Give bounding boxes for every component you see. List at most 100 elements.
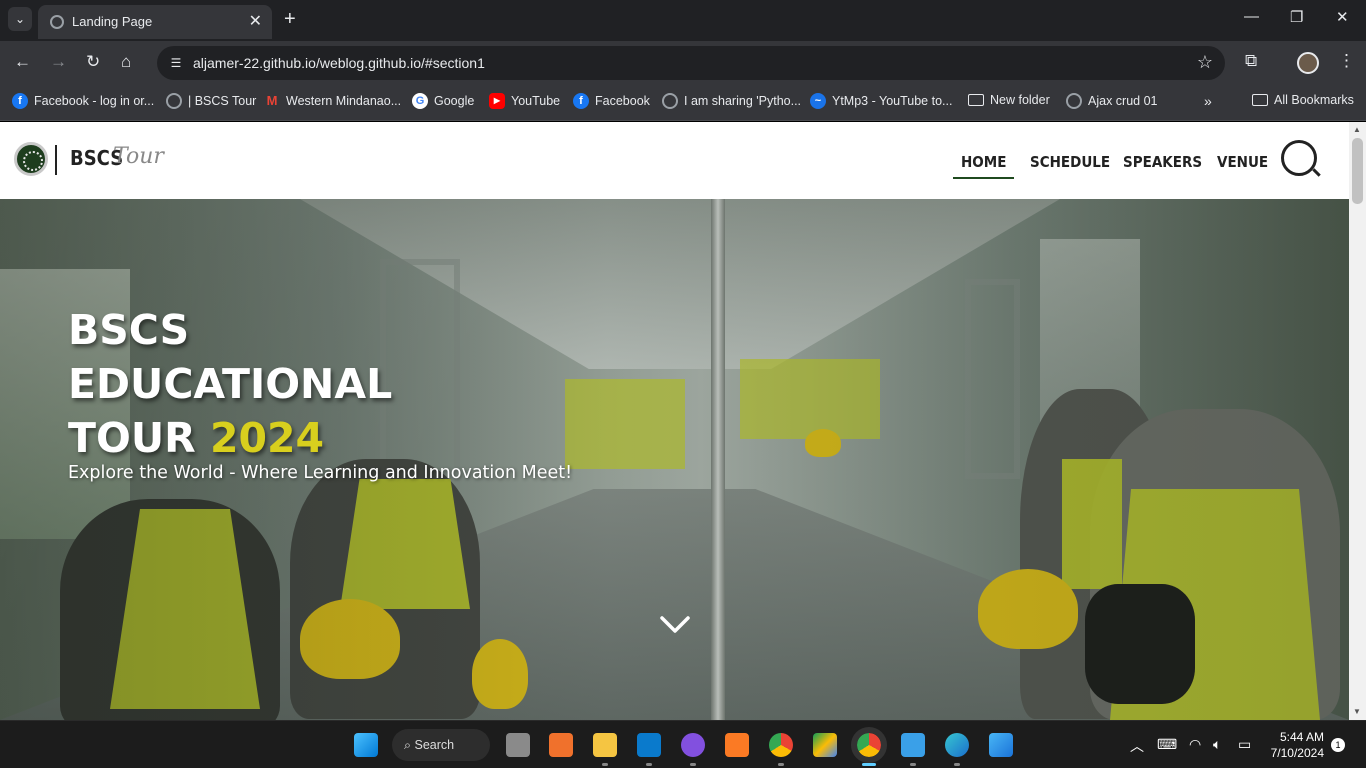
new-tab-button[interactable]: + [284, 8, 296, 31]
bookmark-label: YouTube [511, 94, 561, 108]
search-icon: ⌕ [404, 738, 415, 752]
bookmark-item[interactable]: ▶ YouTube [489, 93, 560, 109]
browser-tab-active[interactable]: Landing Page ✕ [38, 5, 272, 39]
task-view-icon[interactable] [506, 733, 530, 757]
logo-divider [55, 145, 57, 175]
bookmark-star-icon[interactable]: ☆ [1197, 52, 1213, 73]
globe-icon [1066, 93, 1082, 109]
tab-search-button[interactable]: ⌄ [8, 7, 32, 31]
google-icon: G [412, 93, 428, 109]
hero-title: BSCS EDUCATIONAL TOUR 2024 [68, 303, 488, 465]
menu-kebab-icon[interactable]: ⋮ [1338, 51, 1355, 71]
clock-time: 5:44 AM [1279, 730, 1324, 744]
browser-tab-strip: ⌄ Landing Page ✕ + — ❐ ✕ [0, 0, 1366, 41]
edge-icon[interactable] [945, 733, 969, 757]
app-icon-orange[interactable] [549, 733, 573, 757]
bookmark-label: Ajax crud 01 [1088, 94, 1158, 108]
bookmark-item[interactable]: ~ YtMp3 - YouTube to... [810, 93, 952, 109]
bookmark-label: I am sharing 'Pytho... [684, 94, 802, 108]
chevron-up-icon[interactable]: ︿ [1130, 736, 1144, 756]
nav-venue[interactable]: VENUE [1217, 153, 1268, 171]
globe-icon [50, 15, 64, 29]
google-drive-icon[interactable] [813, 733, 837, 757]
system-clock[interactable]: 5:44 AM 7/10/2024 [1262, 729, 1324, 761]
hero-title-line1: BSCS [68, 306, 190, 354]
bookmark-item[interactable]: I am sharing 'Pytho... [662, 93, 801, 109]
running-indicator [646, 763, 652, 766]
site-info-icon[interactable]: ☰ [167, 54, 185, 72]
site-header: BSCS Tour HOME SCHEDULE SPEAKERS VENUE [0, 122, 1349, 199]
back-icon[interactable]: ← [14, 52, 31, 72]
bookmark-label: YtMp3 - YouTube to... [832, 94, 953, 108]
search-icon[interactable] [1281, 140, 1317, 176]
bookmark-item[interactable]: f Facebook [573, 93, 650, 109]
brand-script[interactable]: Tour [113, 144, 164, 169]
notification-badge[interactable]: 1 [1331, 738, 1345, 752]
scrollbar-thumb[interactable] [1352, 138, 1363, 204]
bookmark-item[interactable]: M Western Mindanao... [264, 93, 402, 109]
folder-icon [1252, 94, 1268, 106]
scroll-up-icon[interactable]: ▲ [1353, 125, 1361, 134]
profile-avatar[interactable] [1297, 52, 1319, 74]
gmail-icon: M [266, 93, 278, 108]
forward-icon[interactable]: → [50, 52, 67, 72]
browser-toolbar: ← → ↻ ⌂ ☰ aljamer-22.github.io/weblog.gi… [0, 41, 1366, 85]
bookmark-item[interactable]: f Facebook - log in or... [12, 93, 154, 109]
youtube-icon: ▶ [489, 93, 505, 109]
github-desktop-icon[interactable] [681, 733, 705, 757]
bookmark-item[interactable]: | BSCS Tour [166, 93, 256, 109]
bookmarks-overflow-icon[interactable]: » [1204, 93, 1212, 109]
file-explorer-icon[interactable] [593, 733, 617, 757]
minimize-icon[interactable]: — [1244, 8, 1259, 25]
chrome-profile-icon[interactable] [851, 727, 887, 763]
bookmark-item[interactable]: New folder [968, 93, 1050, 107]
windows-taskbar: ⌕ Search ︿ ⌨ ◠ 🔈︎ ▭ 5:44 AM 7/10/2024 1 [0, 720, 1366, 768]
taskbar-search-label: Search [414, 738, 455, 752]
page-scrollbar[interactable]: ▲ ▼ [1349, 122, 1366, 720]
page-viewport: BSCS Tour HOME SCHEDULE SPEAKERS VENUE B… [0, 122, 1349, 720]
xampp-icon[interactable] [725, 733, 749, 757]
running-indicator [910, 763, 916, 766]
url-text[interactable]: aljamer-22.github.io/weblog.github.io/#s… [193, 55, 485, 71]
vscode-icon[interactable] [637, 733, 661, 757]
reload-icon[interactable]: ↻ [86, 52, 100, 72]
restore-icon[interactable]: ❐ [1290, 8, 1303, 26]
windows-start-icon[interactable] [354, 733, 378, 757]
active-indicator [862, 763, 876, 766]
battery-icon[interactable]: ▭ [1238, 736, 1251, 753]
chrome-icon[interactable] [769, 733, 793, 757]
bookmark-label: Western Mindanao... [286, 94, 402, 108]
globe-icon [662, 93, 678, 109]
address-bar[interactable]: ☰ aljamer-22.github.io/weblog.github.io/… [157, 46, 1225, 80]
scroll-down-icon[interactable]: ▼ [1353, 707, 1361, 716]
bookmark-label: New folder [990, 93, 1050, 107]
keyboard-icon[interactable]: ⌨ [1157, 736, 1177, 753]
hero-section: BSCS EDUCATIONAL TOUR 2024 Explore the W… [0, 199, 1349, 720]
hero-title-line3: TOUR [68, 414, 196, 462]
tab-close-icon[interactable]: ✕ [249, 11, 262, 31]
running-indicator [778, 763, 784, 766]
volume-icon[interactable]: 🔈︎ [1213, 736, 1221, 753]
nav-schedule[interactable]: SCHEDULE [1030, 153, 1110, 171]
notepad-icon[interactable] [901, 733, 925, 757]
taskbar-search[interactable]: ⌕ Search [392, 729, 490, 761]
hero-title-line2: EDUCATIONAL [68, 360, 393, 408]
wifi-icon[interactable]: ◠ [1189, 736, 1201, 753]
facebook-icon: f [573, 93, 589, 109]
site-logo[interactable] [14, 142, 48, 176]
hero-subtitle: Explore the World - Where Learning and I… [68, 463, 573, 483]
nav-home[interactable]: HOME [952, 153, 1015, 179]
all-bookmarks-button[interactable]: All Bookmarks [1252, 93, 1354, 107]
bookmark-item[interactable]: Ajax crud 01 [1066, 93, 1157, 109]
bookmark-item[interactable]: G Google [412, 93, 474, 109]
home-icon[interactable]: ⌂ [121, 52, 131, 72]
bookmark-label: Google [434, 94, 475, 108]
hero-title-year: 2024 [209, 414, 325, 462]
all-bookmarks-label: All Bookmarks [1274, 93, 1354, 107]
chevron-down-icon[interactable] [660, 615, 690, 635]
extensions-icon[interactable]: ⧉ [1245, 51, 1257, 71]
photos-icon[interactable] [989, 733, 1013, 757]
nav-speakers[interactable]: SPEAKERS [1123, 153, 1202, 171]
window-close-icon[interactable]: ✕ [1336, 8, 1349, 26]
clock-date: 7/10/2024 [1270, 746, 1324, 760]
